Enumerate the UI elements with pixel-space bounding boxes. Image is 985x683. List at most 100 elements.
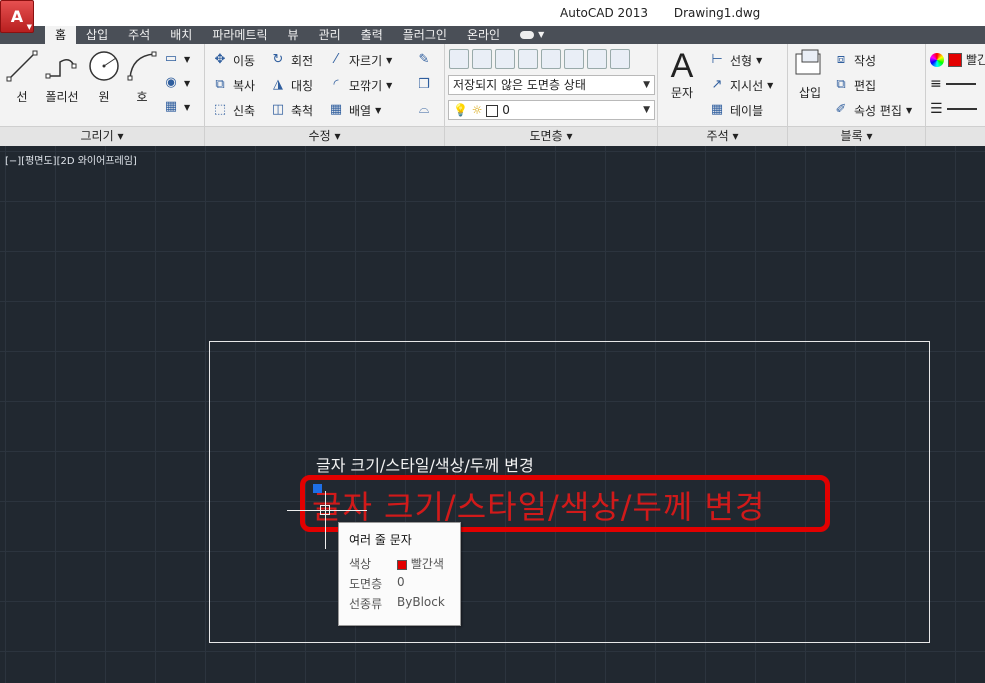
fillet-button[interactable]: ◜ 모깎기 ▼ <box>327 76 392 94</box>
tooltip-color-value: 빨간색 <box>410 557 444 571</box>
draw-panel: 선 폴리선 원 호 ▭ ▼ ◉ ▼ ▦ ▼ 그리기 ▾ <box>0 44 205 146</box>
chevron-down-icon: ▼ <box>905 105 913 115</box>
line-button[interactable]: 선 <box>2 48 42 105</box>
viewport-controls[interactable]: [−][평면도][2D 와이어프레임] <box>5 152 137 167</box>
table-button[interactable]: ▦ 테이블 <box>708 101 763 119</box>
modify-panel-title[interactable]: 수정 ▾ <box>205 126 444 146</box>
linetype-dropdown[interactable]: ☰ <box>930 101 977 117</box>
drawing-canvas[interactable]: [−][평면도][2D 와이어프레임] 글자 크기/스타일/색상/두께 변경 글… <box>0 146 985 683</box>
trim-button[interactable]: ⁄ 자르기 ▼ <box>327 51 392 69</box>
chevron-down-icon: ▼ <box>184 78 191 88</box>
move-icon: ✥ <box>214 52 226 67</box>
layer-dropdown[interactable]: 💡 ☼ 0 ▼ <box>448 100 655 120</box>
layer-isolate-icon[interactable] <box>495 49 515 69</box>
block-title-label: 블록 <box>840 129 863 143</box>
tooltip-row-layer: 도면층 0 <box>349 575 405 592</box>
tab-annotate[interactable]: 주석 <box>118 26 160 44</box>
layer-walk-icon[interactable] <box>587 49 607 69</box>
layer-properties-icon[interactable] <box>449 49 469 69</box>
layer-off-icon[interactable] <box>472 49 492 69</box>
stretch-button[interactable]: ⬚ 신축 <box>211 101 255 119</box>
circle-button[interactable]: 원 <box>84 48 124 105</box>
layer-unisolate-icon[interactable] <box>610 49 630 69</box>
tooltip-label: 색상 <box>349 557 372 571</box>
tab-home[interactable]: 홈 <box>45 26 77 44</box>
arc-label: 호 <box>136 90 148 104</box>
text-button[interactable]: A 문자 <box>662 48 702 101</box>
layer-match-icon[interactable] <box>564 49 584 69</box>
leader-button[interactable]: ↗ 지시선 ▼ <box>708 76 774 94</box>
arc-button[interactable]: 호 <box>122 48 162 105</box>
layer-lock-icon[interactable] <box>541 49 561 69</box>
layer-color-swatch <box>486 104 499 117</box>
rotate-button[interactable]: ↻ 회전 <box>269 51 314 69</box>
rectangle-button[interactable]: ▭ ▼ <box>162 50 190 68</box>
tooltip-row-color: 색상 빨간색 <box>349 555 444 572</box>
boundary-button[interactable]: ▦ ▼ <box>162 98 190 116</box>
mirror-button[interactable]: ◮ 대칭 <box>269 76 313 94</box>
move-label: 이동 <box>233 53 256 68</box>
draw-title-label: 그리기 <box>80 129 114 143</box>
chevron-down-icon: ▼ <box>643 105 650 115</box>
explode-button[interactable]: ❒ <box>415 76 433 94</box>
hatch-icon: ▦ <box>164 99 178 114</box>
insert-block-button[interactable]: 삽입 <box>790 48 830 101</box>
chevron-down-icon: ▼ <box>643 80 650 90</box>
edit-block-icon: ⧉ <box>836 77 846 92</box>
polyline-button[interactable]: 폴리선 <box>42 48 82 105</box>
ribbon: 선 폴리선 원 호 ▭ ▼ ◉ ▼ ▦ ▼ 그리기 ▾ ✥ 이동 ↻ 회전 ⁄ 자르기 ▼ ⧉… <box>0 44 985 146</box>
tab-view[interactable]: 뷰 <box>278 26 309 44</box>
lineweight-dropdown[interactable]: ≡ <box>930 76 976 92</box>
layer-state-dropdown[interactable]: 저장되지 않은 도면층 상태 ▼ <box>448 75 655 95</box>
create-label: 작성 <box>854 53 877 68</box>
tab-online[interactable]: 온라인 <box>457 26 510 44</box>
hatch-button[interactable]: ◉ ▼ <box>162 74 190 92</box>
scale-button[interactable]: ◫ 축척 <box>269 101 313 119</box>
linear-dimension-icon: ⊢ <box>711 52 723 67</box>
insert-block-icon <box>795 49 821 75</box>
create-block-button[interactable]: ⧈ 작성 <box>832 51 876 69</box>
tab-output[interactable]: 출력 <box>351 26 393 44</box>
offset-button[interactable]: ⌓ <box>415 101 433 119</box>
edit-label: 편집 <box>854 78 877 93</box>
chevron-down-icon: ▼ <box>767 80 774 90</box>
ribbon-toggle-button[interactable]: ▼ <box>510 26 554 44</box>
text-object-original[interactable]: 글자 크기/스타일/색상/두께 변경 <box>316 452 534 476</box>
layer-freeze-icon[interactable] <box>518 49 538 69</box>
application-menu-button[interactable]: A ▼ <box>0 0 34 33</box>
copy-button[interactable]: ⧉ 복사 <box>211 76 255 94</box>
linear-dimension-button[interactable]: ⊢ 선형 ▼ <box>708 51 762 69</box>
ribbon-tabs: 홈 삽입 주석 배치 파라메트릭 뷰 관리 출력 플러그인 온라인 ▼ <box>0 26 985 44</box>
linear-label: 선형 <box>730 53 753 68</box>
text-grip-handle[interactable] <box>313 484 322 493</box>
edit-attributes-button[interactable]: ✐ 속성 편집 ▼ <box>832 101 913 119</box>
array-button[interactable]: ▦ 배열 ▼ <box>327 101 381 119</box>
properties-panel-title[interactable] <box>926 126 985 146</box>
annotation-panel-title[interactable]: 주석 ▾ <box>658 126 787 146</box>
tab-layout[interactable]: 배치 <box>160 26 202 44</box>
move-button[interactable]: ✥ 이동 <box>211 51 256 69</box>
block-panel: 삽입 ⧈ 작성 ⧉ 편집 ✐ 속성 편집 ▼ 블록 ▾ <box>788 44 926 146</box>
tab-plugins[interactable]: 플러그인 <box>393 26 457 44</box>
draw-panel-title[interactable]: 그리기 ▾ <box>0 126 204 146</box>
annotation-title-label: 주석 <box>706 129 729 143</box>
title-bar: A ▼ AutoCAD 2013 Drawing1.dwg <box>0 0 985 33</box>
edit-block-button[interactable]: ⧉ 편집 <box>832 76 876 94</box>
array-icon: ▦ <box>329 102 343 117</box>
erase-button[interactable]: ✎ <box>415 51 433 69</box>
line-icon <box>6 50 38 82</box>
tab-insert[interactable]: 삽입 <box>76 26 118 44</box>
autocad-logo-icon: A <box>10 7 24 26</box>
layers-panel: 저장되지 않은 도면층 상태 ▼ 💡 ☼ 0 ▼ 도면층 ▾ <box>445 44 658 146</box>
tab-parametric[interactable]: 파라메트릭 <box>202 26 277 44</box>
color-dropdown[interactable]: 빨간색 <box>930 51 985 68</box>
red-color-swatch <box>948 52 962 67</box>
table-icon: ▦ <box>710 102 724 117</box>
layers-panel-title[interactable]: 도면층 ▾ <box>445 126 657 146</box>
polyline-icon <box>45 59 77 79</box>
explode-icon: ❒ <box>418 77 430 92</box>
tooltip-value: 빨간색 <box>397 555 444 572</box>
block-panel-title[interactable]: 블록 ▾ <box>788 126 925 146</box>
chevron-down-icon: ▼ <box>26 23 32 31</box>
tab-manage[interactable]: 관리 <box>309 26 351 44</box>
